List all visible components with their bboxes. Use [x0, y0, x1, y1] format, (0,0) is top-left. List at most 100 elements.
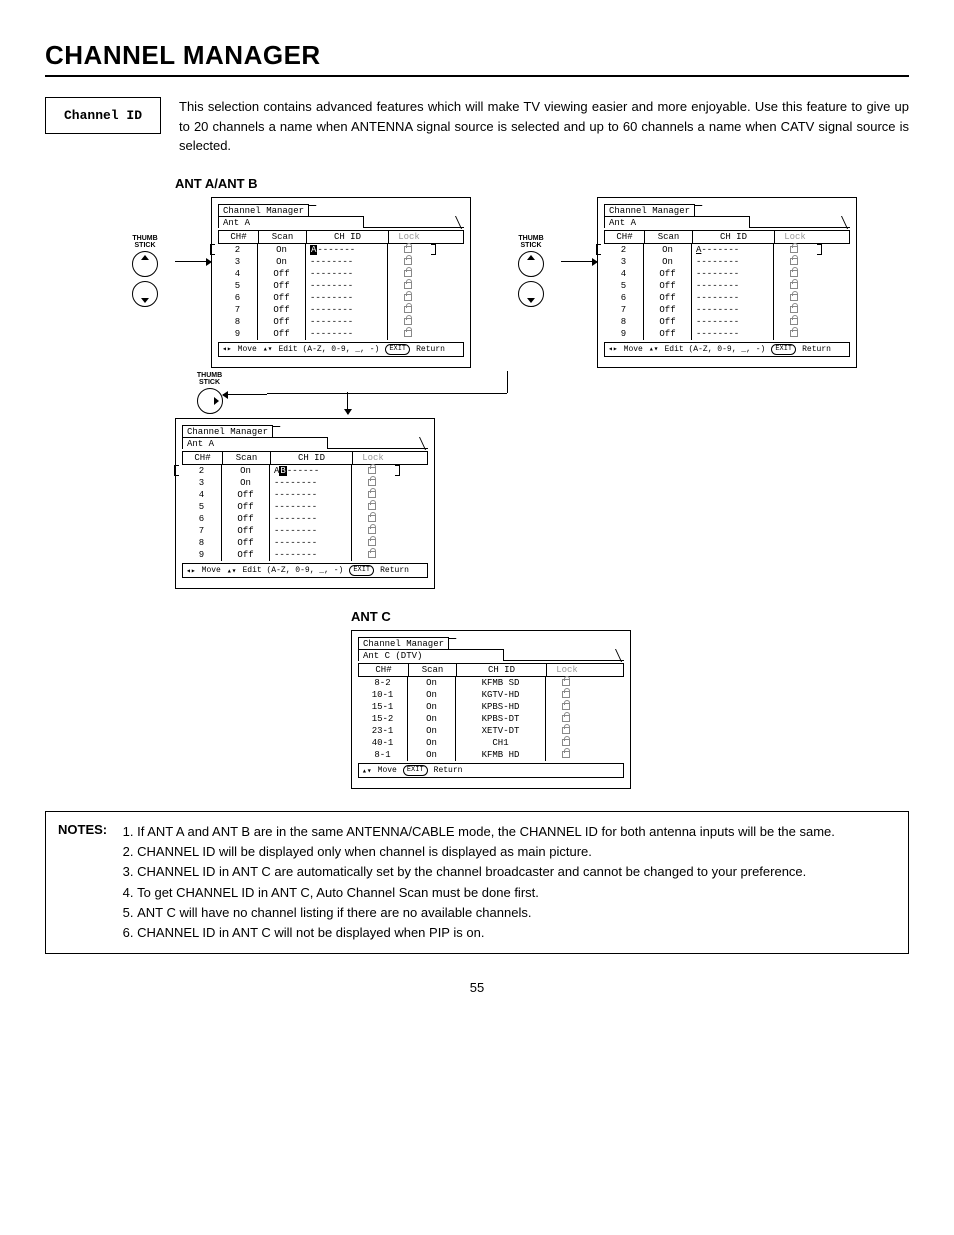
table-cell: -------- [270, 549, 352, 561]
lock-icon [790, 282, 798, 289]
lock-icon [404, 330, 412, 337]
lock-icon [404, 318, 412, 325]
table-cell [388, 304, 428, 316]
table-cell: 40-1 [358, 737, 408, 749]
thumb-caret-up-icon [132, 251, 158, 277]
lock-icon [562, 727, 570, 734]
osd-tab-sub: Ant A [218, 216, 364, 228]
page-number: 55 [45, 980, 909, 995]
lock-icon [368, 491, 376, 498]
table-cell: 4 [218, 268, 258, 280]
table-cell: On [258, 256, 306, 268]
section-label-ab: ANT A/ANT B [175, 176, 909, 191]
osd-body: 2OnA-------3On--------4Off--------5Off--… [218, 244, 464, 340]
table-cell: Off [644, 292, 692, 304]
lock-icon [368, 515, 376, 522]
table-cell: 3 [182, 477, 222, 489]
lock-icon [790, 246, 798, 253]
table-cell: 2 [182, 465, 222, 477]
table-cell: -------- [306, 316, 388, 328]
table-cell: -------- [692, 256, 774, 268]
table-cell [774, 316, 814, 328]
table-cell: 3 [218, 256, 258, 268]
arrow-left-icon [223, 394, 267, 395]
section-label-c: ANT C [351, 609, 909, 624]
table-cell: -------- [306, 328, 388, 340]
table-cell: 6 [218, 292, 258, 304]
table-cell: On [222, 477, 270, 489]
lock-icon [562, 751, 570, 758]
lock-icon [368, 467, 376, 474]
lock-icon [562, 739, 570, 746]
table-cell: 8 [182, 537, 222, 549]
arrow-down-icon [347, 392, 348, 414]
table-cell: Off [258, 280, 306, 292]
table-cell: 23-1 [358, 725, 408, 737]
table-cell: Off [644, 316, 692, 328]
table-cell: On [408, 689, 456, 701]
lock-icon [404, 246, 412, 253]
lock-icon [368, 539, 376, 546]
intro-text: This selection contains advanced feature… [179, 97, 909, 156]
table-cell [388, 244, 428, 256]
table-cell: Off [644, 280, 692, 292]
table-cell: -------- [270, 513, 352, 525]
table-cell [774, 304, 814, 316]
table-cell: 3 [604, 256, 644, 268]
thumb-caret-down-icon [132, 281, 158, 307]
table-cell: On [408, 749, 456, 761]
table-cell: KGTV-HD [456, 689, 546, 701]
table-cell: Off [258, 316, 306, 328]
table-cell: On [222, 465, 270, 477]
table-cell: 4 [182, 489, 222, 501]
list-item: CHANNEL ID in ANT C are automatically se… [137, 862, 835, 882]
lock-icon [562, 703, 570, 710]
table-cell [774, 244, 814, 256]
notes-box: NOTES: If ANT A and ANT B are in the sam… [45, 811, 909, 954]
osd-footer: ◂▸Move ▴▾Edit (A-Z, 0-9, _, -) EXIT Retu… [218, 342, 464, 357]
table-cell: A------- [306, 244, 388, 256]
table-cell: 2 [218, 244, 258, 256]
table-cell: -------- [306, 292, 388, 304]
thumb-stick-label-1: THUMB STICK [132, 235, 157, 250]
thumb-caret-down-icon [518, 281, 544, 307]
table-cell: Off [258, 268, 306, 280]
table-cell: Off [222, 489, 270, 501]
table-cell: Off [258, 328, 306, 340]
lock-icon [562, 691, 570, 698]
table-cell: 5 [182, 501, 222, 513]
table-cell [774, 256, 814, 268]
table-cell: 15-1 [358, 701, 408, 713]
list-item: CHANNEL ID in ANT C will not be displaye… [137, 923, 835, 943]
table-cell: On [408, 701, 456, 713]
table-cell: KPBS-HD [456, 701, 546, 713]
table-cell: 8-1 [358, 749, 408, 761]
lock-icon [368, 527, 376, 534]
table-cell: -------- [692, 316, 774, 328]
table-cell: -------- [270, 477, 352, 489]
table-cell [388, 268, 428, 280]
table-cell: 8 [604, 316, 644, 328]
table-cell [774, 268, 814, 280]
table-cell: On [408, 737, 456, 749]
table-cell [388, 328, 428, 340]
table-cell [774, 328, 814, 340]
table-cell: 9 [182, 549, 222, 561]
lock-icon [368, 479, 376, 486]
table-cell: On [408, 725, 456, 737]
lock-icon [790, 306, 798, 313]
osd-panel-1: Channel Manager Ant A CH# Scan CH ID Loc… [211, 197, 471, 368]
table-cell: 10-1 [358, 689, 408, 701]
table-cell: 7 [218, 304, 258, 316]
table-cell [352, 549, 392, 561]
table-cell: 2 [604, 244, 644, 256]
table-cell: KFMB SD [456, 677, 546, 689]
table-cell: Off [222, 501, 270, 513]
table-cell: Off [258, 292, 306, 304]
table-cell: 9 [604, 328, 644, 340]
table-cell: 8 [218, 316, 258, 328]
lock-icon [790, 330, 798, 337]
thumb-stick-label-3: THUMB STICK [197, 372, 222, 387]
table-cell: -------- [270, 501, 352, 513]
table-cell: -------- [692, 268, 774, 280]
